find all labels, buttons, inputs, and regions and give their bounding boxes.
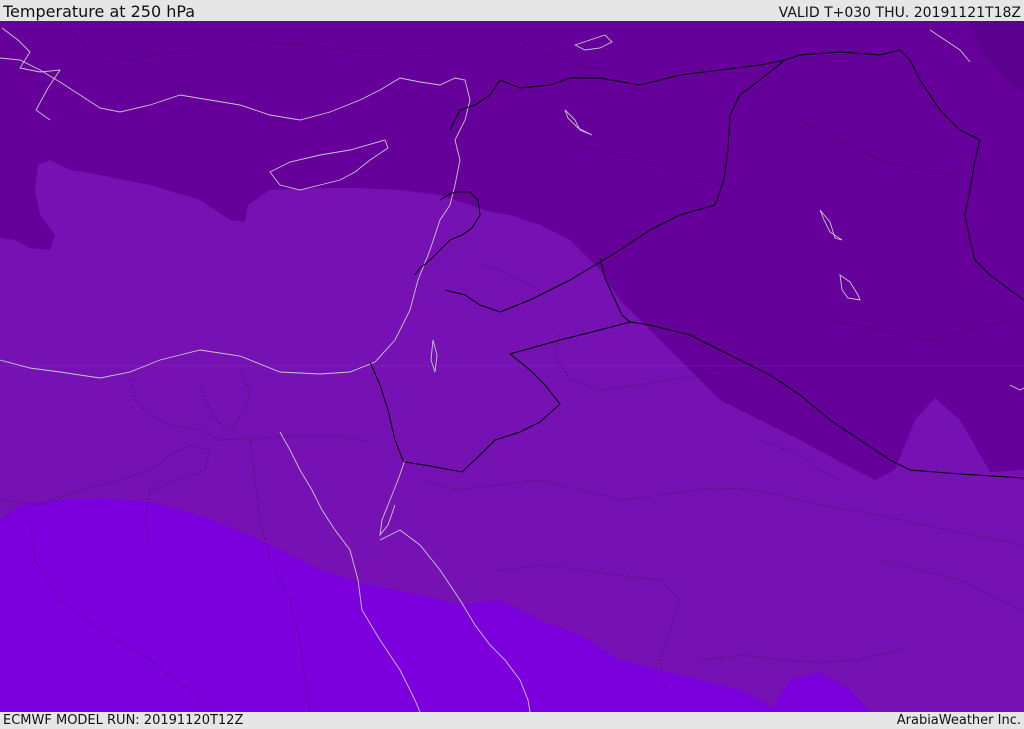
temperature-map[interactable] — [0, 21, 1024, 712]
footer-bar: ECMWF MODEL RUN: 20191120T12Z ArabiaWeat… — [0, 712, 1024, 729]
valid-time-label: VALID T+030 THU. 20191121T18Z — [778, 5, 1021, 21]
model-run-label: ECMWF MODEL RUN: 20191120T12Z — [3, 713, 244, 728]
brand-label: ArabiaWeather Inc. — [896, 713, 1021, 728]
header-bar: Temperature at 250 hPa VALID T+030 THU. … — [0, 0, 1024, 21]
map-title: Temperature at 250 hPa — [3, 2, 196, 21]
